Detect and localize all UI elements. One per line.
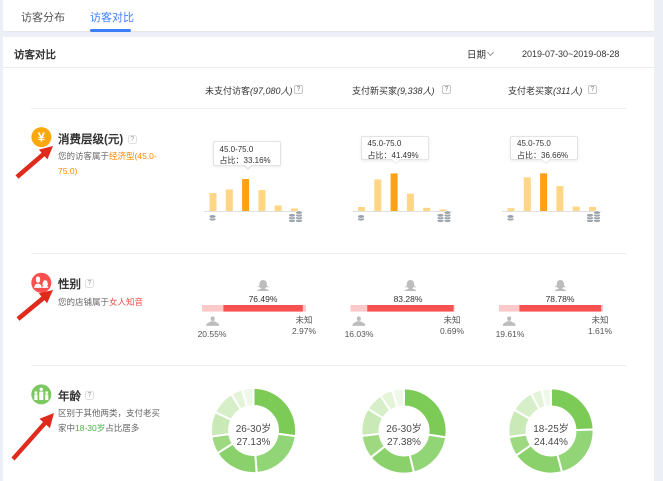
svg-text:¥: ¥ — [38, 130, 46, 145]
